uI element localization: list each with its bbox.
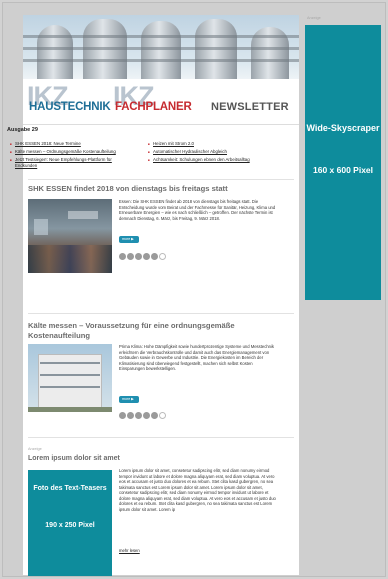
divider [28,179,294,180]
print-icon[interactable] [159,253,166,260]
brand-fachplaner[interactable]: FACHPLANER [115,101,192,113]
xing-icon[interactable] [135,253,142,260]
article-title[interactable]: Kälte messen – Voraussetzung für eine or… [28,321,278,341]
facebook-icon[interactable] [119,253,126,260]
twitter-icon[interactable] [127,253,134,260]
toc-link[interactable]: Jetzt Testsieger!: Neue Empfehlungs-Plat… [10,157,130,169]
skyscraper-ad-placeholder[interactable]: Wide-Skyscraper 160 x 600 Pixel [305,25,381,300]
more-button[interactable]: more ▶ [119,396,139,403]
divider [28,313,294,314]
ad-label: Anzeige [28,447,42,451]
toc-link[interactable]: SHK ESSEN 2018: Neue Termine [10,141,130,147]
article-text: Essen: Die SHK ESSEN findet ab 2018 von … [119,199,276,221]
twitter-icon[interactable] [127,412,134,419]
more-button[interactable]: more ▶ [119,236,139,243]
mail-icon[interactable] [151,253,158,260]
mail-icon[interactable] [151,412,158,419]
toc-link[interactable]: Achtsamkeit: Schulungen ebnen den Arbeit… [148,157,268,163]
teaser-photo-title: Foto des Text-Teasers [33,485,107,492]
skyscraper-size: 160 x 600 Pixel [312,165,374,175]
newsletter-title: NEWSLETTER [211,101,289,113]
share-icons [119,412,166,419]
issue-number: Ausgabe 29 [7,127,38,133]
share-icons [119,253,166,260]
teaser-more-link[interactable]: mehr lesen [119,548,140,553]
print-icon[interactable] [159,412,166,419]
facebook-icon[interactable] [119,412,126,419]
toc-link[interactable]: Automatischer Hydraulischer Abgleich [148,149,268,155]
header-image [23,15,299,79]
article-title[interactable]: SHK ESSEN findet 2018 von dienstags bis … [28,184,294,194]
brand-bar: IKZ IKZ HAUSTECHNIK FACHPLANER NEWSLETTE… [23,79,299,125]
linkedin-icon[interactable] [143,412,150,419]
teaser-title[interactable]: Lorem ipsum dolor sit amet [28,454,294,464]
divider [28,437,294,438]
teaser-photo-size: 190 x 250 Pixel [45,522,95,529]
skyscraper-title: Wide-Skyscraper [306,123,380,133]
xing-icon[interactable] [135,412,142,419]
article-image[interactable] [28,199,112,273]
ad-label: Anzeige [307,16,321,20]
teaser-photo-placeholder: Foto des Text-Teasers 190 x 250 Pixel [28,470,112,576]
teaser-text: Lorem ipsum dolor sit amet, consetetur s… [119,468,276,512]
brand-haustechnik[interactable]: HAUSTECHNIK [29,101,111,113]
toc-link[interactable]: Kälte messen – Ordnungsgemäße Kostenauft… [10,149,130,155]
article-image[interactable] [28,344,112,412]
linkedin-icon[interactable] [143,253,150,260]
toc-link[interactable]: Heizen mit Strom 2.0 [148,141,268,147]
article-text: Prima Klima: Hohe Dämpfigkeit sowie hund… [119,344,275,371]
